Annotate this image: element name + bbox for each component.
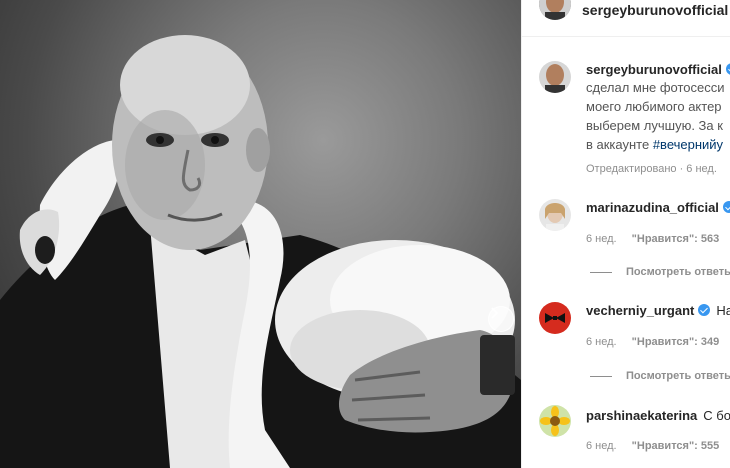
caption-username-text[interactable]: sergeyburunovofficial	[586, 62, 722, 77]
caption-line-2: моего любимого актер	[586, 99, 722, 114]
view-replies-button[interactable]: Посмотреть ответь	[590, 266, 730, 278]
avatar-image	[539, 199, 571, 231]
caption-line-4-text: в аккаунте	[586, 137, 653, 152]
hashtag-link[interactable]: #вечернийу	[653, 137, 723, 152]
comment-username-text[interactable]: marinazudina_official	[586, 200, 719, 215]
comment-avatar[interactable]	[539, 199, 571, 231]
verified-icon	[725, 63, 730, 75]
view-replies-button[interactable]: Посмотреть ответь	[590, 370, 730, 382]
comment-username[interactable]: parshinaekaterina С бок	[586, 408, 730, 423]
avatar-image	[539, 0, 571, 20]
caption-username[interactable]: sergeyburunovofficial	[586, 62, 730, 77]
post-photo[interactable]	[0, 0, 521, 468]
comment-meta: 6 нед. "Нравится": 349	[586, 336, 719, 348]
post-header: sergeyburunovofficial	[522, 0, 730, 37]
verified-icon	[722, 201, 730, 213]
comment-avatar[interactable]	[539, 302, 571, 334]
portrait-image	[0, 35, 521, 468]
chevron-right-icon	[491, 307, 499, 319]
reply-divider	[590, 271, 612, 273]
comment-meta: 6 нед. "Нравится": 563	[586, 233, 719, 245]
comment-age: 6 нед.	[586, 233, 617, 245]
comment-avatar[interactable]	[539, 405, 571, 437]
comment-text: С бок	[703, 408, 730, 423]
comment-username-text[interactable]: vecherniy_urgant	[586, 303, 694, 318]
caption-line-3: выберем лучшую. За к	[586, 118, 723, 133]
caption-avatar[interactable]	[539, 61, 571, 93]
reply-divider	[590, 375, 612, 377]
view-replies-label[interactable]: Посмотреть ответь	[626, 370, 730, 382]
comment-likes[interactable]: "Нравится": 349	[632, 336, 720, 348]
comment-text: Нам	[716, 303, 730, 318]
comment-age: 6 нед.	[586, 440, 617, 452]
view-replies-label[interactable]: Посмотреть ответь	[626, 266, 730, 278]
comment-meta: 6 нед. "Нравится": 555	[586, 440, 719, 452]
post-sidebar: sergeyburunovofficial sergeyburunovoffic…	[521, 0, 730, 468]
comment-age: 6 нед.	[586, 336, 617, 348]
comment-username[interactable]: marinazudina_official	[586, 200, 730, 215]
bowtie-avatar-image	[539, 302, 571, 334]
verified-icon	[698, 304, 711, 316]
header-username-text[interactable]: sergeyburunovofficial	[582, 2, 728, 18]
author-avatar[interactable]	[539, 0, 571, 20]
flower-avatar-image	[539, 405, 571, 437]
avatar-image	[539, 61, 571, 93]
caption-line-1: сделал мне фотосесси	[586, 80, 725, 95]
edited-timestamp: Отредактировано · 6 нед.	[586, 163, 717, 175]
header-username[interactable]: sergeyburunovofficial	[582, 2, 730, 18]
caption-line-4: в аккаунте #вечернийу	[586, 137, 723, 152]
carousel-next-button[interactable]	[488, 306, 514, 332]
comment-username[interactable]: vecherniy_urgant Нам	[586, 303, 730, 318]
comment-likes[interactable]: "Нравится": 555	[632, 440, 720, 452]
comment-likes[interactable]: "Нравится": 563	[632, 233, 720, 245]
comment-username-text[interactable]: parshinaekaterina	[586, 408, 697, 423]
